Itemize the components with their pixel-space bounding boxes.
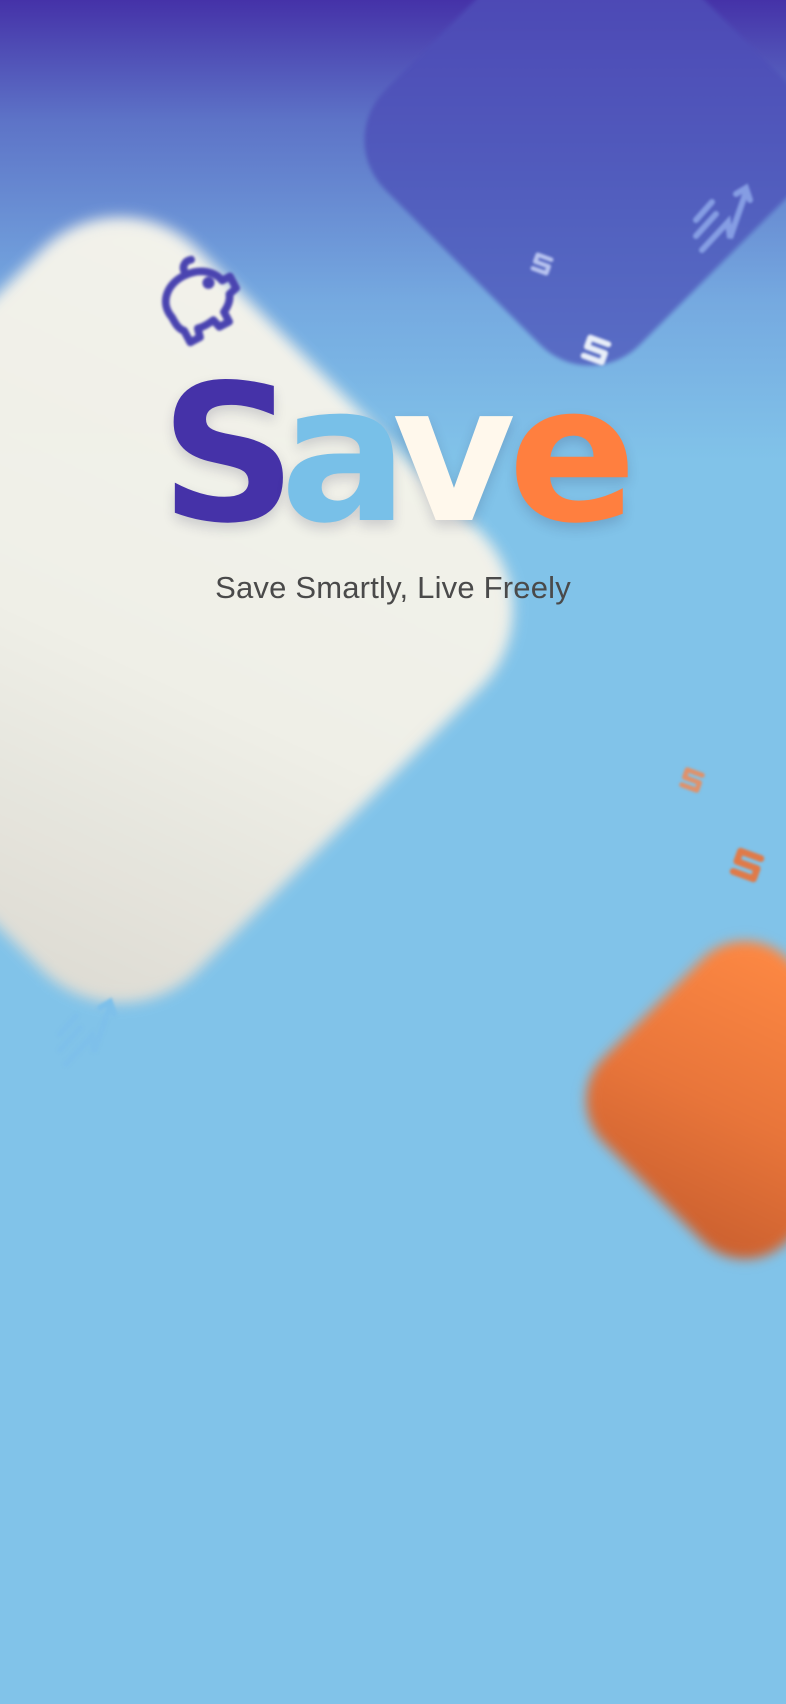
tagline: Save Smartly, Live Freely [215, 570, 571, 605]
dollar-sign-icon [679, 767, 705, 793]
splash-screen: S a v e Save Smartly, Live Freely [0, 0, 786, 1704]
logo-letter-a: a [280, 344, 409, 565]
cream-background-shape [0, 171, 559, 1049]
logo-letter-s: S [160, 344, 297, 565]
app-logo: S a v e [160, 344, 637, 565]
orange-background-shape [561, 916, 786, 1284]
dollar-sign-icon [530, 252, 554, 276]
logo-letter-v: v [392, 344, 516, 565]
growth-arrow-icon [57, 997, 117, 1067]
dollar-sign-icon [729, 847, 765, 883]
piggy-bank-icon [162, 255, 241, 347]
growth-arrow-icon [693, 183, 753, 253]
logo-letter-e: e [508, 344, 637, 565]
